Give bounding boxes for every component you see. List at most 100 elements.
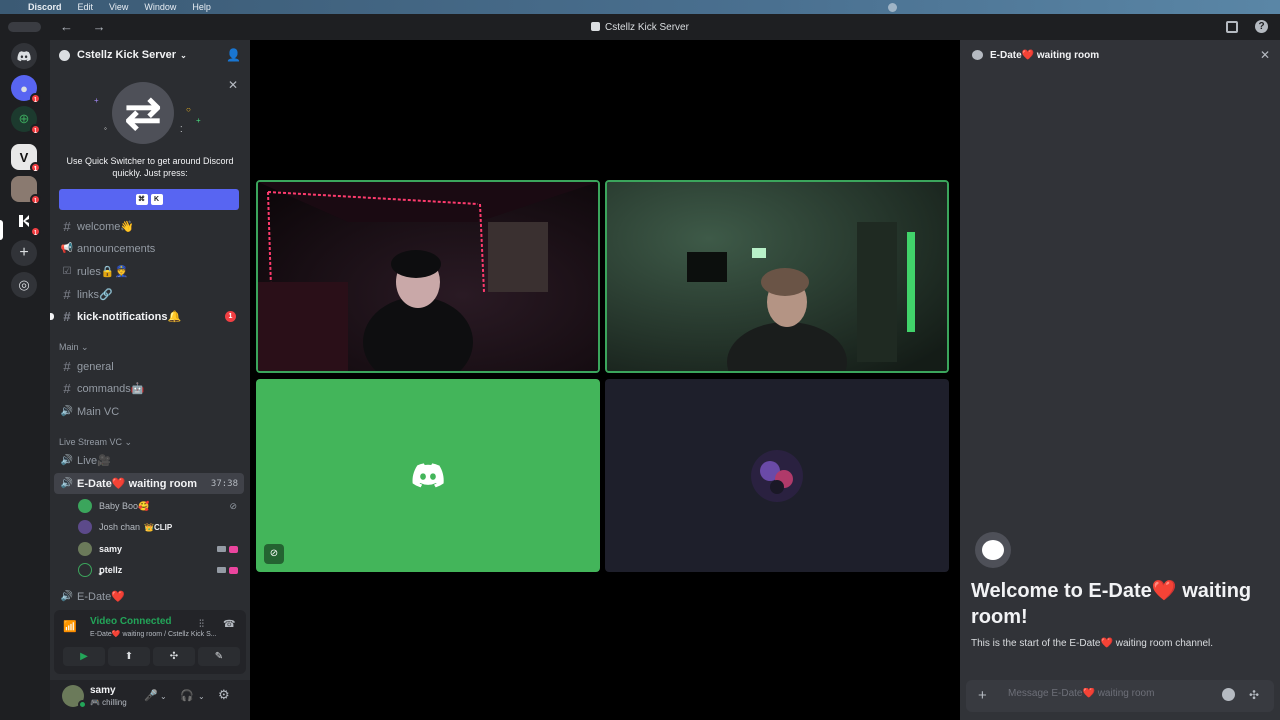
category-main[interactable]: Main ⌄ xyxy=(59,342,89,353)
guild-header[interactable]: Cstellz Kick Server ⌄ 👤 xyxy=(50,40,250,70)
voice-user-josh-chan[interactable]: Josh chan 👑CLIP xyxy=(78,517,244,537)
avatar xyxy=(751,450,803,502)
sparkle-icon: + xyxy=(196,116,201,125)
voice-location[interactable]: E-Date❤️ waiting room / Cstellz Kick S..… xyxy=(90,630,235,638)
avatar xyxy=(78,542,92,556)
chat-header-title: E-Date❤️ waiting room xyxy=(990,49,1100,61)
title-bar: ← → Cstellz Kick Server ? xyxy=(0,14,1280,40)
channel-live[interactable]: 🔊 Live🎥 xyxy=(54,450,244,471)
noise-suppression-icon[interactable]: ⫶⫶ xyxy=(199,619,204,630)
help-icon[interactable]: ? xyxy=(1255,20,1268,33)
chevron-down-icon[interactable]: ⌄ xyxy=(160,692,167,701)
sparkle-icon: ○ xyxy=(186,105,191,114)
channel-edate-waiting-room[interactable]: 🔊 E-Date❤️ waiting room 37:38 xyxy=(54,473,244,494)
clip-tag: 👑CLIP xyxy=(144,522,173,532)
category-live-stream-vc[interactable]: Live Stream VC ⌄ xyxy=(59,437,132,448)
controller-icon xyxy=(229,545,238,553)
discord-home-icon[interactable] xyxy=(11,43,37,69)
server-icon-5[interactable]: 1 xyxy=(11,208,41,237)
welcome-title: Welcome to E-Date❤️ waiting room! xyxy=(971,580,1252,628)
emoji-icon[interactable] xyxy=(1222,688,1235,701)
video-tile-4[interactable] xyxy=(605,379,949,572)
user-name: samy xyxy=(90,685,116,696)
chat-header: E-Date❤️ waiting room ✕ xyxy=(960,40,1280,70)
server-icon-4[interactable]: 1 xyxy=(11,176,41,205)
channel-kick-notifications[interactable]: # kick-notifications🔔 1 xyxy=(50,306,244,327)
server-rail: ● 1 ⊕ 1 V1 1 1 + ◎ xyxy=(0,40,50,720)
channel-rules[interactable]: ☑ rules🔒👮 xyxy=(54,261,244,282)
unread-indicator xyxy=(50,313,54,320)
camera-icon xyxy=(217,567,226,573)
status-dot-icon xyxy=(888,3,897,12)
menu-help[interactable]: Help xyxy=(192,2,211,12)
camera-button[interactable]: ▶ xyxy=(63,647,105,666)
menu-edit[interactable]: Edit xyxy=(78,2,94,12)
message-composer: + ✣ xyxy=(966,680,1274,712)
voice-user-baby-boo[interactable]: Baby Boo🥰 ⊘ xyxy=(78,496,244,516)
apps-icon[interactable]: ✣ xyxy=(1249,688,1259,702)
avatar xyxy=(78,520,92,534)
soundboard-button[interactable]: ✎ xyxy=(198,647,240,666)
server-icon-2[interactable]: ⊕ 1 xyxy=(11,106,41,135)
menu-window[interactable]: Window xyxy=(144,2,176,12)
chat-bubble-icon xyxy=(972,50,983,60)
discover-icon[interactable]: ◎ xyxy=(11,272,37,298)
microphone-icon[interactable]: 🎤 xyxy=(144,689,158,702)
inbox-icon[interactable] xyxy=(1226,21,1238,33)
online-status-icon xyxy=(78,700,87,709)
channel-sidebar: Cstellz Kick Server ⌄ 👤 ✕ ⇄ ◦ + ○ + ⁚ Us… xyxy=(50,40,250,720)
voice-user-stellz[interactable]: ꝑtellz xyxy=(78,560,244,580)
settings-gear-icon[interactable]: ⚙ xyxy=(218,687,230,703)
channel-links[interactable]: # links🔗 xyxy=(54,284,244,305)
message-input[interactable] xyxy=(1008,688,1208,699)
mention-badge: 1 xyxy=(225,311,236,322)
welcome-subtitle: This is the start of the E-Date❤️ waitin… xyxy=(971,638,1214,649)
channel-general[interactable]: # general xyxy=(54,356,244,377)
sparkle-icon: ⁚ xyxy=(180,125,183,134)
quick-switcher-tip: ✕ ⇄ ◦ + ○ + ⁚ Use Quick Switcher to get … xyxy=(50,70,250,220)
menu-bar: Discord Edit View Window Help xyxy=(0,0,1280,14)
video-grid: ⊘ xyxy=(250,40,956,720)
headset-icon[interactable]: 🎧 xyxy=(180,689,194,702)
add-server-icon[interactable]: + xyxy=(11,240,37,266)
screen-share-button[interactable]: ⬆ xyxy=(108,647,150,666)
video-connected-status[interactable]: Video Connected xyxy=(90,616,172,627)
quick-switcher-button[interactable]: ⌘ K xyxy=(59,189,239,210)
server-icon-dm[interactable]: ● 1 xyxy=(11,75,41,104)
discord-logo-icon xyxy=(412,463,444,488)
close-icon[interactable]: ✕ xyxy=(1260,48,1270,62)
disconnect-icon[interactable]: ☎ xyxy=(223,619,235,630)
signal-icon[interactable]: 📶 xyxy=(63,620,77,633)
video-tile-1[interactable] xyxy=(256,180,600,373)
channel-main-vc[interactable]: 🔊 Main VC xyxy=(54,401,244,422)
camera-icon xyxy=(217,546,226,552)
chevron-down-icon[interactable]: ⌄ xyxy=(198,692,205,701)
voice-user-samy[interactable]: samy xyxy=(78,539,244,559)
chat-bubble-icon xyxy=(975,532,1011,568)
invite-icon[interactable]: 👤 xyxy=(226,48,241,62)
server-icon xyxy=(591,22,601,31)
add-attachment-icon[interactable]: + xyxy=(978,687,987,704)
channel-edate[interactable]: 🔊 E-Date❤️ xyxy=(54,586,244,607)
video-feed-red-room xyxy=(258,182,598,371)
video-tile-2[interactable] xyxy=(605,180,949,373)
guild-icon xyxy=(59,49,70,61)
mute-icon: ⊘ xyxy=(229,500,237,511)
close-icon[interactable]: ✕ xyxy=(228,78,238,92)
channel-welcome[interactable]: # welcome👋 xyxy=(54,216,244,237)
voice-panel: 📶 Video Connected E-Date❤️ waiting room … xyxy=(54,610,246,674)
menu-app[interactable]: Discord xyxy=(28,2,62,12)
avatar xyxy=(78,563,92,577)
video-tile-3[interactable]: ⊘ xyxy=(256,379,600,572)
activities-button[interactable]: ✣ xyxy=(153,647,195,666)
k-key: K xyxy=(150,194,163,205)
active-server-pill xyxy=(0,220,3,240)
channel-commands[interactable]: # commands🤖 xyxy=(54,378,244,399)
video-feed-green-room xyxy=(607,182,947,371)
text-chat-panel: E-Date❤️ waiting room ✕ Welcome to E-Dat… xyxy=(960,40,1280,720)
channel-announcements[interactable]: 📢 announcements xyxy=(54,238,244,259)
muted-mic-icon: ⊘ xyxy=(264,544,284,564)
menu-view[interactable]: View xyxy=(109,2,128,12)
chevron-down-icon: ⌄ xyxy=(180,50,187,60)
server-icon-3[interactable]: V1 xyxy=(11,144,41,173)
